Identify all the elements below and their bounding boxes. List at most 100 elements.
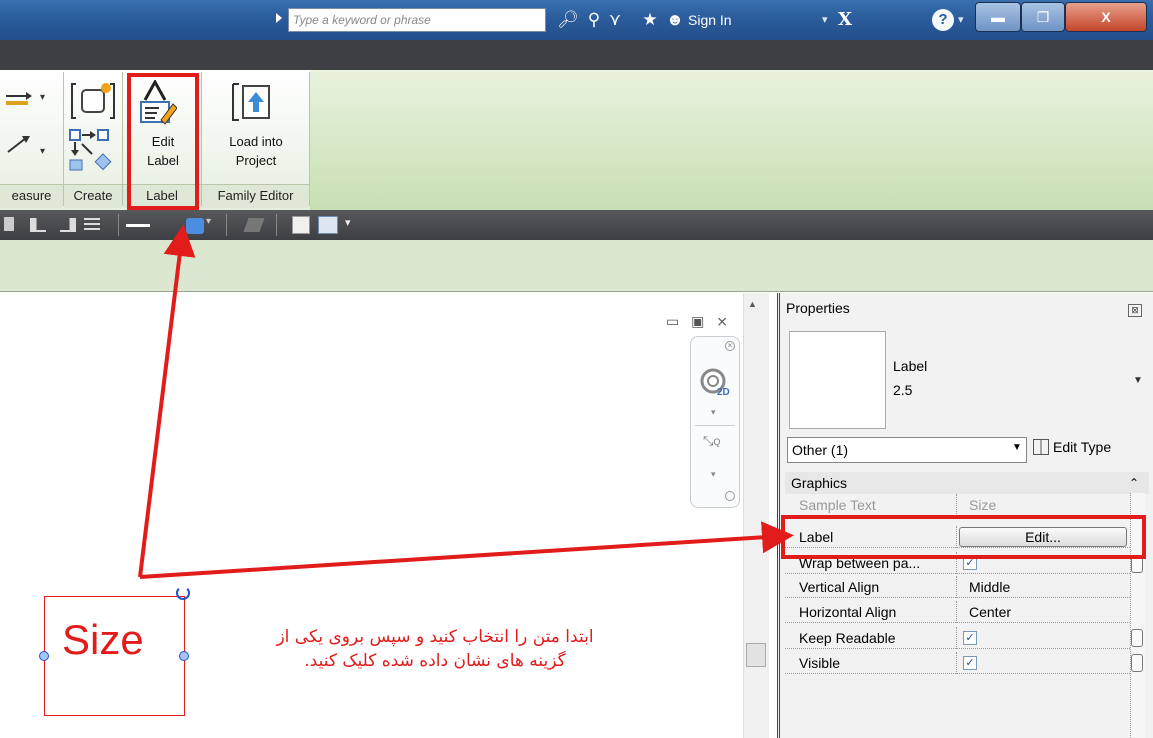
type-selector-dropdown-icon[interactable]: ▼ [1133, 375, 1143, 386]
panel-label-family-editor[interactable]: Family Editor [202, 184, 309, 208]
property-row-vertical-align[interactable]: Vertical Align Middle [785, 576, 1130, 598]
help-button[interactable]: ? [932, 9, 954, 31]
navbar-divider [695, 425, 735, 426]
label-row-highlight [781, 515, 1146, 559]
property-row-horizontal-align[interactable]: Horizontal Align Center [785, 601, 1130, 623]
window-controls: ▬ ❐ X [975, 0, 1151, 36]
label-element-text[interactable]: Size [62, 617, 144, 663]
toolbar-separator [118, 214, 119, 236]
options-bar [0, 240, 1153, 292]
wheel-dropdown-icon[interactable]: ▾ [711, 407, 716, 418]
cad-icon[interactable] [292, 216, 310, 234]
scroll-up-arrow-icon[interactable]: ▲ [748, 299, 757, 309]
steering-wheel-icon[interactable]: 2D [699, 367, 730, 398]
right-grip-handle[interactable] [179, 651, 189, 661]
star-icon[interactable]: ★ [640, 6, 660, 34]
property-row-visible[interactable]: Visible ✓ [785, 652, 1130, 674]
align-justify-icon[interactable] [84, 218, 100, 232]
property-name: Visible [799, 655, 840, 671]
canvas-vertical-scrollbar[interactable] [743, 293, 769, 738]
quick-toolbar [0, 210, 1153, 240]
measure-dropdown-icon[interactable]: ▾ [40, 92, 45, 103]
keep-readable-checkbox[interactable]: ✓ [963, 631, 977, 645]
edit-type-button[interactable]: Edit Type [1033, 439, 1111, 455]
zoom-dropdown-icon[interactable]: ▾ [711, 469, 716, 480]
property-value[interactable]: Size [969, 494, 996, 516]
properties-title: Properties [786, 300, 850, 316]
type-preview-image [789, 331, 886, 429]
properties-filter-dropdown[interactable]: Other (1) [787, 437, 1027, 463]
pin-icon[interactable] [126, 218, 150, 232]
search-input[interactable]: Type a keyword or phrase [288, 8, 546, 32]
binoculars-icon[interactable]: 🔎︎ [556, 6, 580, 34]
collapse-chevron-icon[interactable]: ⌃ [1129, 472, 1139, 494]
property-row-sample-text[interactable]: Sample Text Size [785, 494, 1130, 516]
column-divider [956, 601, 957, 623]
load-into-project-icon[interactable] [231, 80, 275, 124]
property-name: Horizontal Align [799, 604, 897, 620]
minimize-button[interactable]: ▬ [975, 2, 1021, 32]
row-handle[interactable] [1131, 654, 1143, 672]
property-row-keep-readable[interactable]: Keep Readable ✓ [785, 627, 1130, 649]
toolbar-separator [226, 214, 227, 236]
subscription-center-icon[interactable]: ⚲ [584, 6, 604, 34]
scrollbar-thumb[interactable] [746, 643, 766, 667]
distribute-icon[interactable] [30, 218, 46, 232]
close-button[interactable]: X [1065, 2, 1147, 32]
edit-label-highlight [127, 73, 199, 210]
panel-label-measure[interactable]: easure [0, 184, 63, 208]
ribbon-tab-strip [0, 40, 1153, 70]
align-right-icon[interactable] [60, 218, 76, 232]
edit-type-icon [1033, 439, 1049, 455]
detail-group-icon[interactable] [68, 128, 116, 174]
column-divider [956, 576, 957, 598]
search-expand-arrow-icon[interactable] [276, 13, 282, 23]
rotate-handle-icon[interactable] [176, 586, 190, 600]
folder-icon[interactable] [318, 216, 338, 234]
align-left-icon[interactable] [4, 217, 14, 231]
aligned-dimension-icon[interactable] [4, 86, 34, 108]
sign-in-button[interactable]: Sign In [688, 6, 732, 34]
panel-label-create[interactable]: Create [64, 184, 122, 208]
communication-center-icon[interactable]: ⋎ [605, 6, 625, 34]
filter-dropdown-icon[interactable]: ▼ [1012, 442, 1022, 453]
navigation-bar: × 2D ▾ ⤡Q ▾ [690, 336, 740, 508]
toolbar-separator [276, 214, 277, 236]
user-icon[interactable]: ☻ [665, 6, 685, 34]
dimension-dropdown-icon[interactable]: ▾ [40, 146, 45, 157]
maximize-button[interactable]: ❐ [1021, 2, 1065, 32]
column-divider [956, 494, 957, 516]
navbar-options-icon[interactable] [725, 491, 735, 501]
left-grip-handle[interactable] [39, 651, 49, 661]
help-dropdown-icon[interactable]: ▾ [958, 6, 964, 34]
blue-shape-icon[interactable] [186, 218, 204, 234]
load-into-text-2: Project [235, 153, 277, 168]
svg-text:2D: 2D [717, 387, 730, 397]
type-name[interactable]: 2.5 [893, 382, 912, 398]
zoom-icon[interactable]: ⤡Q [703, 433, 720, 449]
instruction-text: ابتدا متن را انتخاب کنید و سپس بروی یکی … [205, 625, 665, 673]
column-divider [956, 627, 957, 649]
exchange-apps-icon[interactable]: X [838, 6, 852, 34]
component-icon[interactable] [70, 80, 116, 122]
type-family-name[interactable]: Label [893, 358, 927, 374]
property-name: Vertical Align [799, 579, 880, 595]
load-into-project-button[interactable]: Load into Project [206, 132, 306, 170]
view-window-controls[interactable]: ▭ ▣ ⨯ [666, 313, 732, 330]
sign-in-dropdown-icon[interactable]: ▾ [822, 6, 828, 34]
property-value[interactable]: Middle [969, 576, 1010, 598]
row-handle[interactable] [1131, 629, 1143, 647]
close-navbar-icon[interactable]: × [725, 341, 735, 351]
customize-toolbar-icon[interactable]: ▾ [345, 216, 351, 229]
edit-type-label: Edit Type [1053, 439, 1112, 455]
property-name: Keep Readable [799, 630, 896, 646]
property-value[interactable]: Center [969, 601, 1011, 623]
toolbar-dropdown-icon[interactable]: ▾ [206, 216, 211, 227]
instruction-line-2: گزینه های نشان داده شده کلیک کنید. [304, 651, 566, 671]
ribbon-empty-area [310, 70, 1153, 210]
angular-dimension-icon[interactable] [4, 132, 34, 156]
graphics-section-header[interactable]: Graphics [785, 472, 1149, 494]
visible-checkbox[interactable]: ✓ [963, 656, 977, 670]
load-into-text-1: Load into [229, 134, 283, 149]
properties-close-icon[interactable]: ⊠ [1128, 304, 1142, 317]
